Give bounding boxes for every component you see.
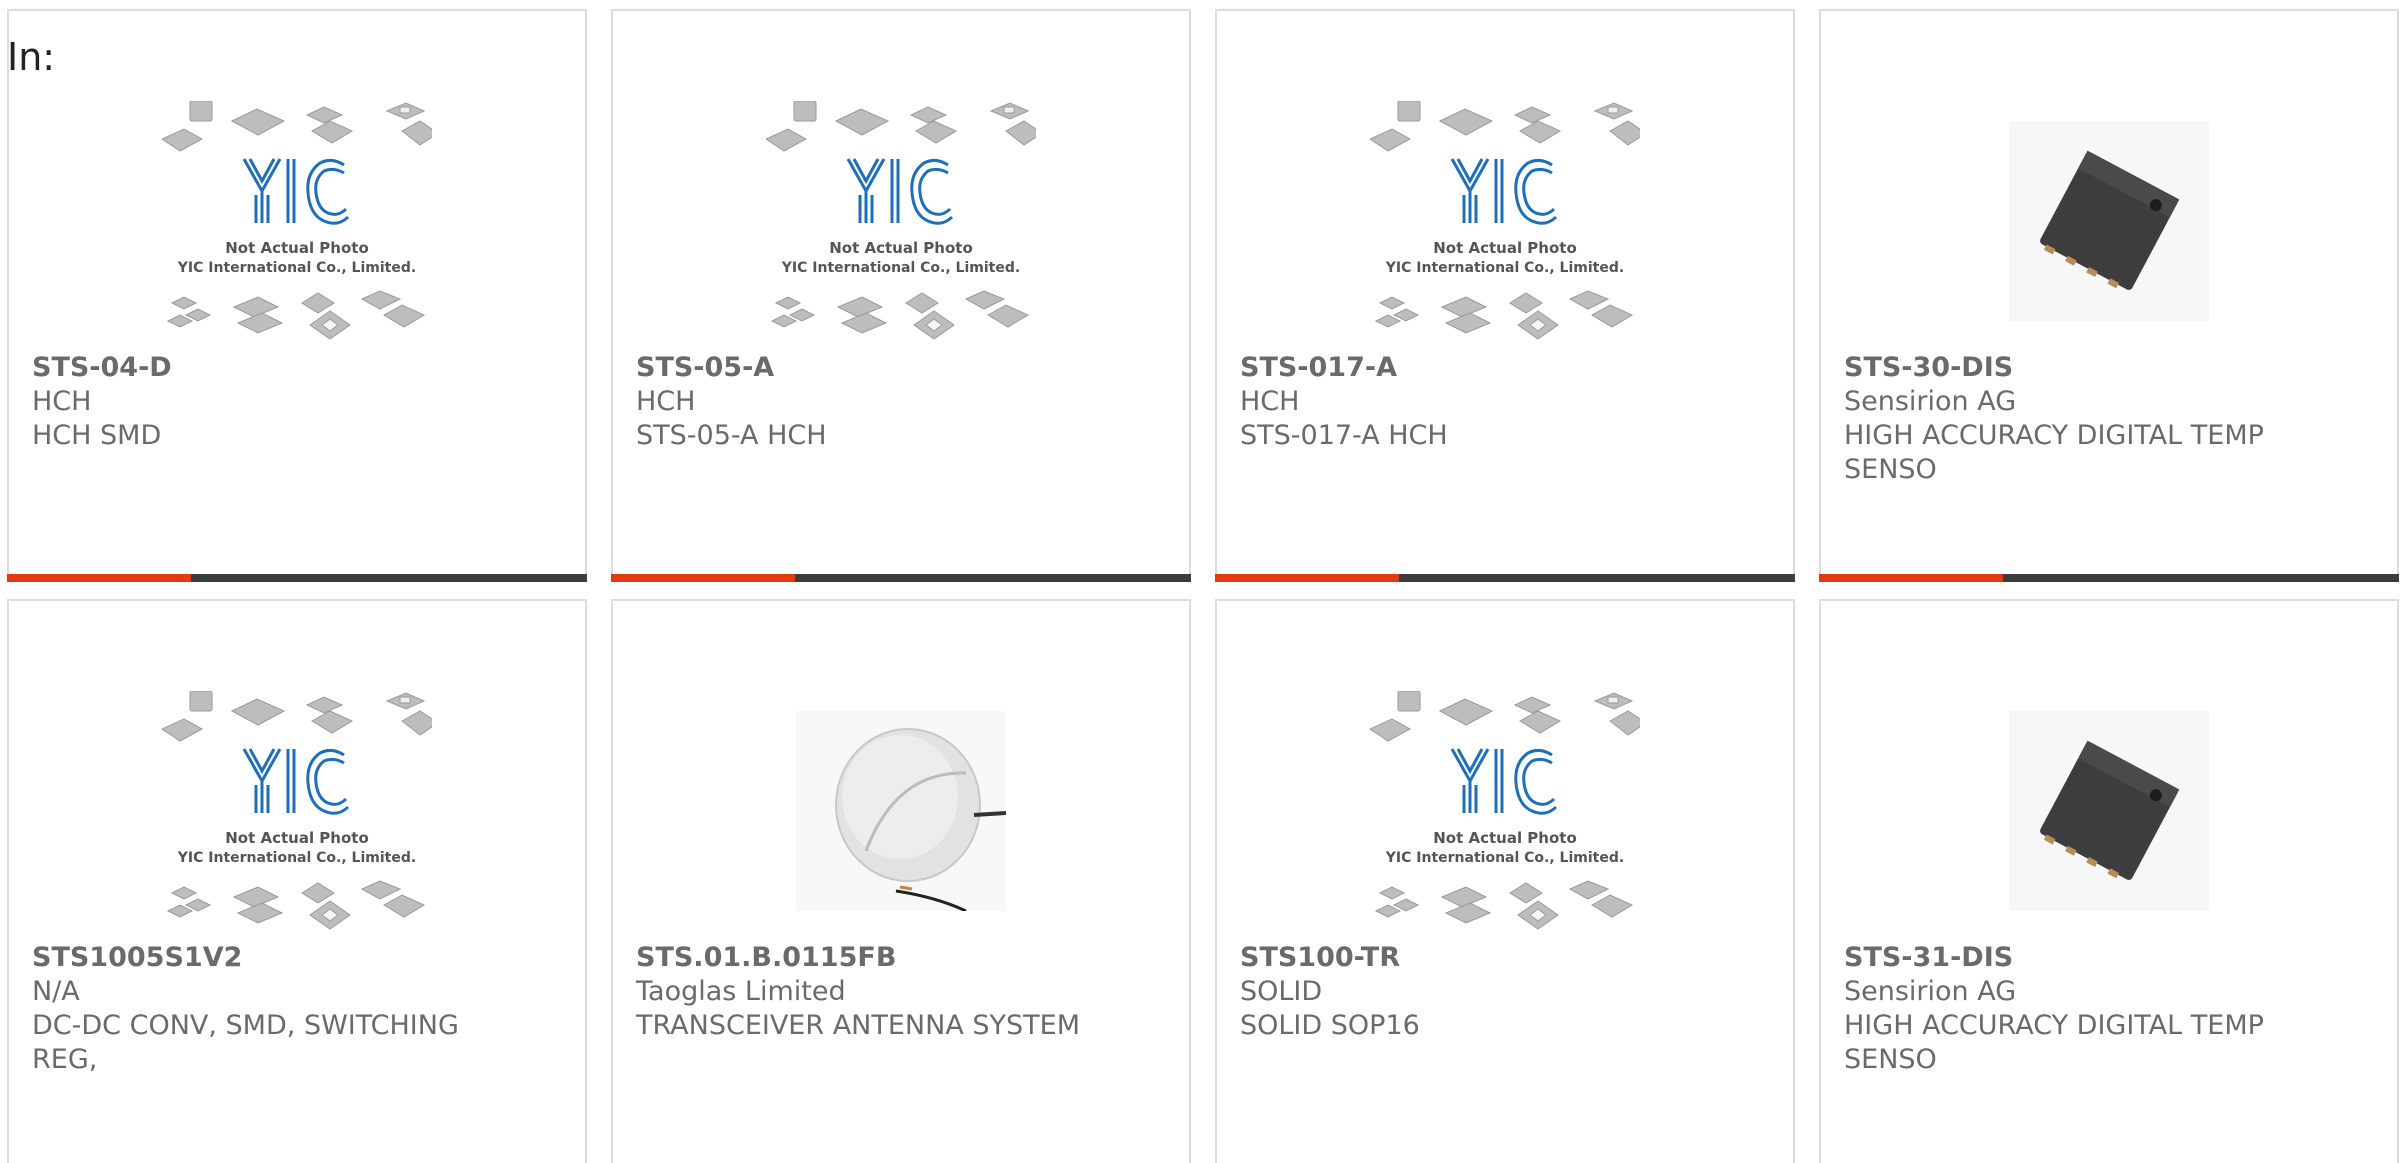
part-number-link[interactable]: STS-04-D (32, 351, 562, 385)
card-bottom-bar (1819, 574, 2399, 582)
product-image-container (1821, 681, 2397, 941)
placeholder-line1: Not Actual Photo (1433, 239, 1577, 257)
card-accent-bar (1819, 574, 2003, 582)
placeholder-line2: YIC International Co., Limited. (177, 260, 416, 276)
antenna-image (796, 711, 1006, 911)
product-card[interactable]: STS-30-DIS Sensirion AG HIGH ACCURACY DIGI… (1819, 9, 2399, 582)
card-bottom-bar (7, 574, 587, 582)
part-number-link[interactable]: STS-30-DIS (1844, 351, 2374, 385)
product-grid-page: In: Not Actual Photo YIC International C… (0, 0, 2400, 1163)
product-image-container: Not Actual Photo YIC International Co., … (9, 681, 585, 941)
manufacturer: HCH (636, 386, 696, 417)
placeholder-line1: Not Actual Photo (829, 239, 973, 257)
description: STS-017-A HCH (1240, 420, 1448, 451)
manufacturer: N/A (32, 976, 80, 1007)
sensor-chip-image (2009, 121, 2209, 321)
product-image-container (613, 681, 1189, 941)
card-bottom-bar (1215, 574, 1795, 582)
placeholder-line2: YIC International Co., Limited. (1385, 850, 1624, 866)
description: HIGH ACCURACY DIGITAL TEMP SENSO (1844, 420, 2264, 485)
product-card[interactable]: STS-31-DIS Sensirion AG HIGH ACCURACY DIGI… (1819, 599, 2399, 1163)
card-accent-bar (7, 574, 191, 582)
part-number-link[interactable]: STS100-TR (1240, 941, 1770, 975)
placeholder-line1: Not Actual Photo (225, 829, 369, 847)
placeholder-line2: YIC International Co., Limited. (1385, 260, 1624, 276)
product-info: STS100-TR SOLID SOLID SOP16 (1240, 941, 1770, 1043)
product-info: STS-04-D HCH HCH SMD (32, 351, 562, 453)
part-number-link[interactable]: STS-31-DIS (1844, 941, 2374, 975)
product-image-container: Not Actual Photo YIC International Co., … (1217, 681, 1793, 941)
product-card[interactable]: Not Actual Photo YIC International Co., … (7, 9, 587, 582)
product-info: STS-31-DIS Sensirion AG HIGH ACCURACY DIGI… (1844, 941, 2374, 1077)
filter-label: In: (7, 35, 56, 79)
placeholder-line1: Not Actual Photo (1433, 829, 1577, 847)
description: HIGH ACCURACY DIGITAL TEMP SENSO (1844, 1010, 2264, 1075)
not-actual-photo-image: Not Actual Photo YIC International Co., … (162, 691, 432, 930)
description: HCH SMD (32, 420, 162, 451)
card-accent-bar (611, 574, 795, 582)
not-actual-photo-image: Not Actual Photo YIC International Co., … (766, 101, 1036, 340)
placeholder-line1: Not Actual Photo (225, 239, 369, 257)
not-actual-photo-image: Not Actual Photo YIC International Co., … (1370, 101, 1640, 340)
product-info: STS-05-A HCH STS-05-A HCH (636, 351, 1166, 453)
manufacturer: Sensirion AG (1844, 386, 2017, 417)
part-number-link[interactable]: STS-05-A (636, 351, 1166, 385)
product-card[interactable]: Not Actual Photo YIC International Co., … (611, 9, 1191, 582)
manufacturer: Sensirion AG (1844, 976, 2017, 1007)
description: SOLID SOP16 (1240, 1010, 1420, 1041)
product-info: STS-017-A HCH STS-017-A HCH (1240, 351, 1770, 453)
sensor-chip-image (2009, 711, 2209, 911)
product-image-container: Not Actual Photo YIC International Co., … (613, 91, 1189, 351)
product-image-container: Not Actual Photo YIC International Co., … (1217, 91, 1793, 351)
description: TRANSCEIVER ANTENNA SYSTEM (636, 1010, 1080, 1041)
manufacturer: HCH (1240, 386, 1300, 417)
product-image-container (1821, 91, 2397, 351)
product-card[interactable]: STS.01.B.0115FB Taoglas Limited TRANSCEIVE… (611, 599, 1191, 1163)
part-number-link[interactable]: STS1005S1V2 (32, 941, 562, 975)
product-card[interactable]: Not Actual Photo YIC International Co., … (7, 599, 587, 1163)
part-number-link[interactable]: STS.01.B.0115FB (636, 941, 1166, 975)
card-accent-bar (1215, 574, 1399, 582)
placeholder-line2: YIC International Co., Limited. (177, 850, 416, 866)
product-card[interactable]: Not Actual Photo YIC International Co., … (1215, 599, 1795, 1163)
product-image-container: Not Actual Photo YIC International Co., … (9, 91, 585, 351)
product-card[interactable]: Not Actual Photo YIC International Co., … (1215, 9, 1795, 582)
not-actual-photo-image: Not Actual Photo YIC International Co., … (162, 101, 432, 340)
product-grid: Not Actual Photo YIC International Co., … (7, 9, 2399, 1163)
not-actual-photo-image: Not Actual Photo YIC International Co., … (1370, 691, 1640, 930)
product-info: STS-30-DIS Sensirion AG HIGH ACCURACY DIGI… (1844, 351, 2374, 487)
manufacturer: SOLID (1240, 976, 1323, 1007)
card-bottom-bar (611, 574, 1191, 582)
description: STS-05-A HCH (636, 420, 827, 451)
product-info: STS1005S1V2 N/A DC-DC CONV, SMD, SWITCHING… (32, 941, 562, 1077)
description: DC-DC CONV, SMD, SWITCHING REG, (32, 1010, 459, 1075)
product-info: STS.01.B.0115FB Taoglas Limited TRANSCEIVE… (636, 941, 1166, 1043)
placeholder-line2: YIC International Co., Limited. (781, 260, 1020, 276)
manufacturer: HCH (32, 386, 92, 417)
manufacturer: Taoglas Limited (636, 976, 846, 1007)
part-number-link[interactable]: STS-017-A (1240, 351, 1770, 385)
